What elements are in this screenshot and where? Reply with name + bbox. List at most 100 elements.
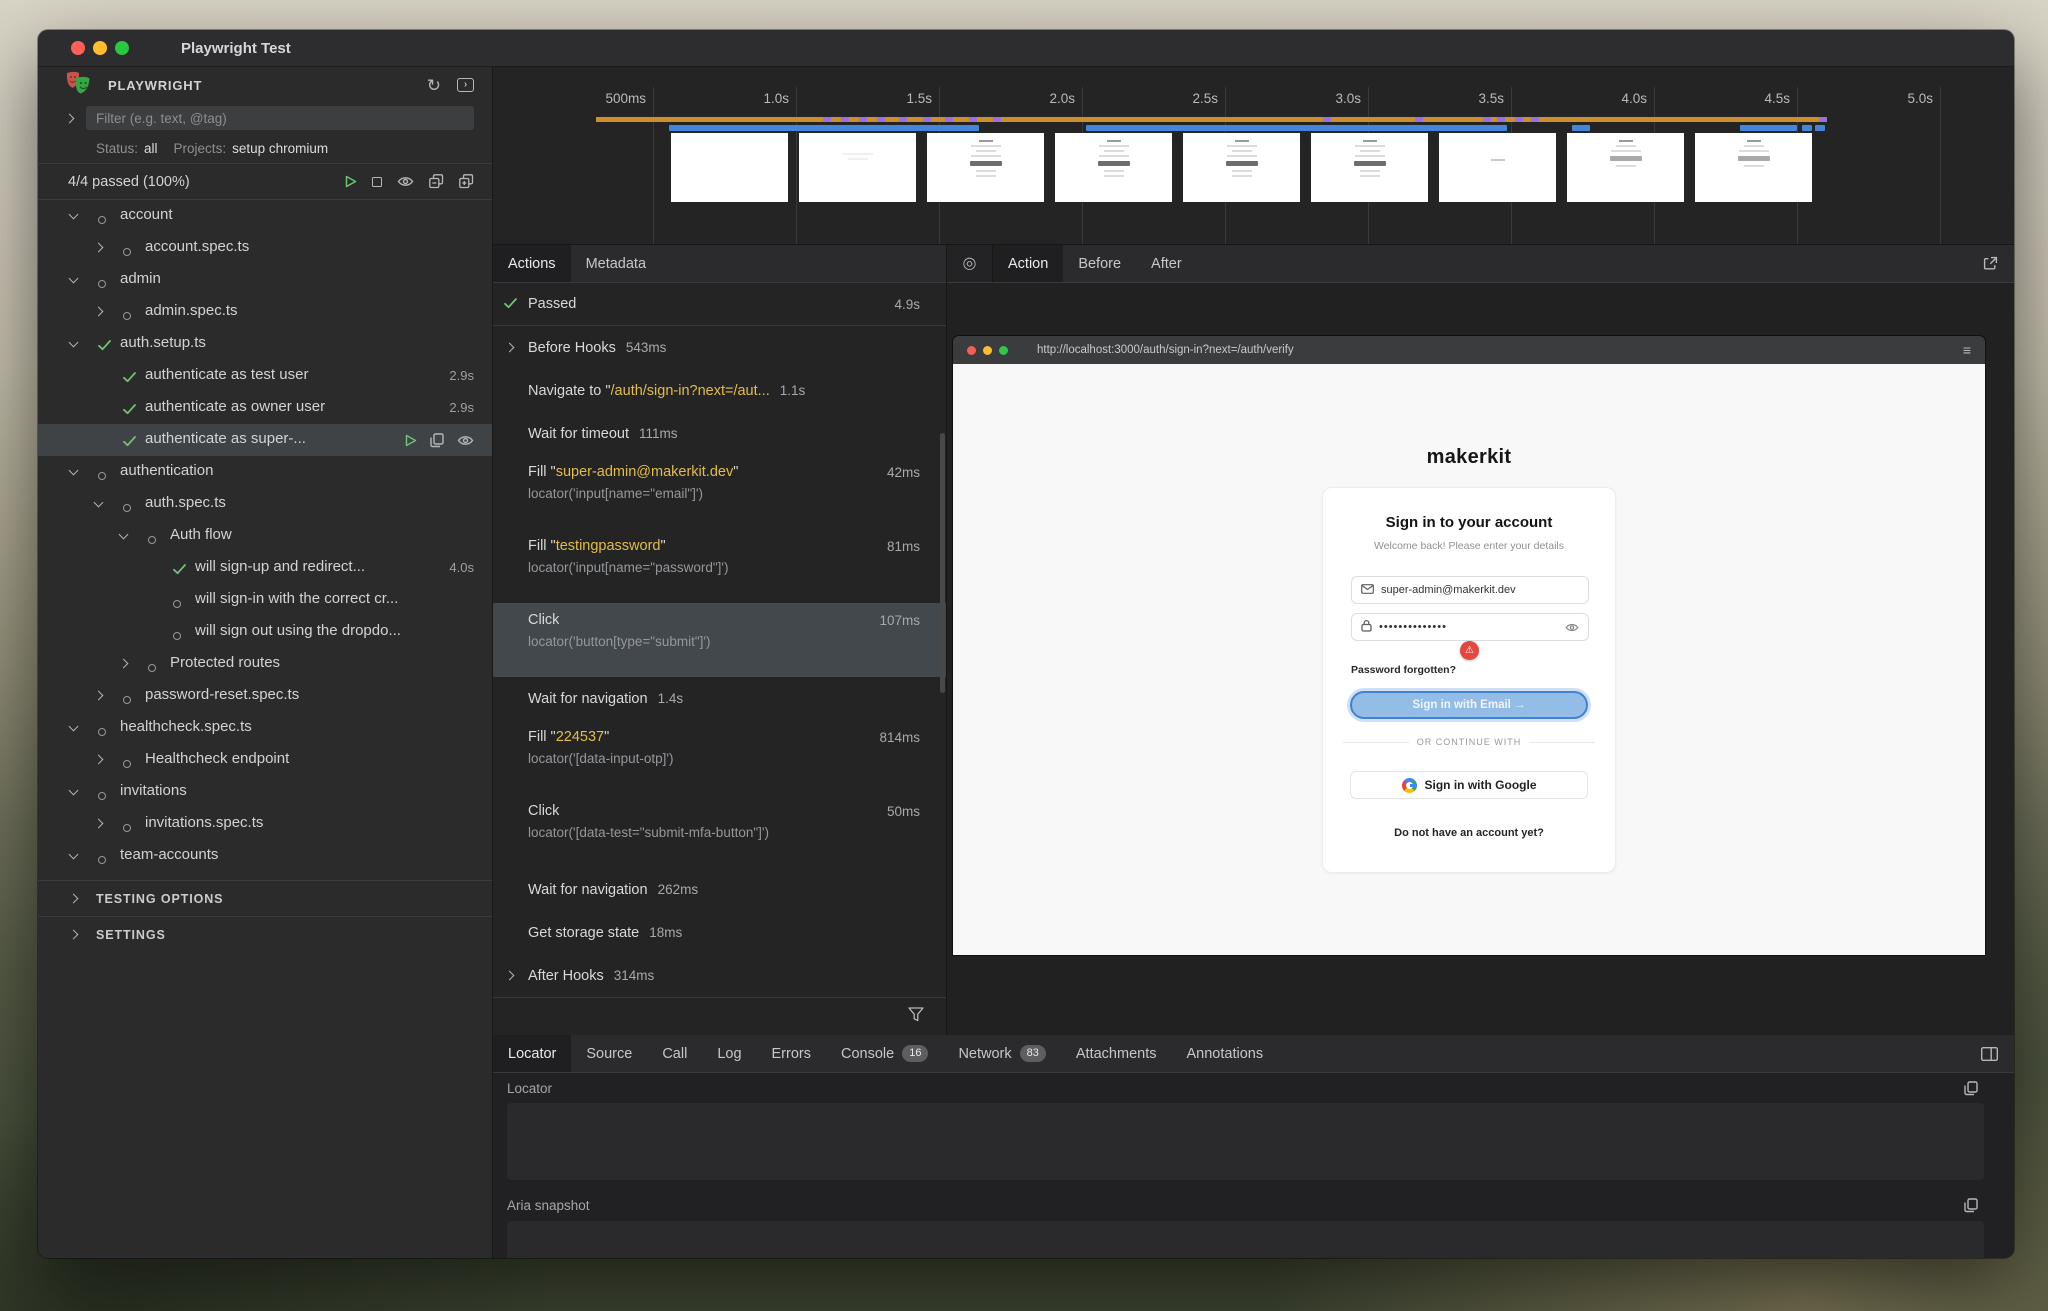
tab-log[interactable]: Log bbox=[702, 1035, 756, 1072]
tree-item-authentication[interactable]: authentication bbox=[38, 456, 492, 488]
chevron-down-icon[interactable] bbox=[69, 274, 79, 284]
filter-input[interactable] bbox=[86, 106, 474, 130]
tree-item-will-sign-out-using-the-dropdo[interactable]: will sign out using the dropdo... bbox=[38, 616, 492, 648]
action-item-wait-for-navigation[interactable]: Wait for navigation262ms bbox=[493, 868, 946, 911]
run-test-play-icon[interactable] bbox=[405, 434, 417, 447]
action-item-click[interactable]: Click107mslocator('button[type="submit"]… bbox=[493, 603, 946, 677]
tree-item-authenticate-as-super[interactable]: authenticate as super-... bbox=[38, 424, 492, 456]
run-all-play-icon[interactable] bbox=[345, 175, 357, 188]
chevron-down-icon[interactable] bbox=[69, 786, 79, 796]
split-view-icon[interactable] bbox=[1981, 1035, 1998, 1072]
chevron-down-icon[interactable] bbox=[94, 498, 104, 508]
tree-item-account[interactable]: account bbox=[38, 200, 492, 232]
chevron-right-icon[interactable] bbox=[65, 114, 75, 124]
sidebar-section-settings[interactable]: SETTINGS bbox=[38, 916, 492, 952]
tab-call[interactable]: Call bbox=[647, 1035, 702, 1072]
expand-all-icon[interactable] bbox=[459, 174, 474, 189]
chevron-down-icon[interactable] bbox=[69, 722, 79, 732]
tree-item-auth-setup-ts[interactable]: auth.setup.ts bbox=[38, 328, 492, 360]
tree-item-authenticate-as-test-user[interactable]: authenticate as test user2.9s bbox=[38, 360, 492, 392]
show-password-eye-icon[interactable] bbox=[1565, 623, 1579, 632]
pick-locator-target-icon[interactable]: ◎ bbox=[947, 245, 993, 282]
chevron-down-icon[interactable] bbox=[69, 466, 79, 476]
chevron-down-icon[interactable] bbox=[69, 850, 79, 860]
tree-item-auth-flow[interactable]: Auth flow bbox=[38, 520, 492, 552]
tab-actions[interactable]: Actions bbox=[493, 245, 571, 282]
locator-editor[interactable] bbox=[507, 1103, 1984, 1180]
forgot-password-link[interactable]: Password forgotten? bbox=[1351, 664, 1456, 676]
chevron-right-icon[interactable] bbox=[94, 755, 104, 765]
open-external-icon[interactable] bbox=[1983, 245, 1998, 282]
timeline-screenshot-thumbnail[interactable] bbox=[1311, 133, 1428, 202]
chevron-right-icon[interactable] bbox=[94, 819, 104, 829]
reload-tests-icon[interactable]: ↻ bbox=[427, 77, 441, 94]
action-item-fill-testingpassword[interactable]: Fill "testingpassword"81mslocator('input… bbox=[493, 529, 946, 603]
scrollbar-thumb[interactable] bbox=[940, 433, 945, 693]
tab-network[interactable]: Network83 bbox=[943, 1035, 1060, 1072]
timeline-screenshot-thumbnail[interactable] bbox=[1695, 133, 1812, 202]
zoom-window-button[interactable] bbox=[115, 41, 129, 55]
tree-item-admin-spec-ts[interactable]: admin.spec.ts bbox=[38, 296, 492, 328]
chevron-right-icon[interactable] bbox=[94, 691, 104, 701]
chevron-down-icon[interactable] bbox=[69, 338, 79, 348]
action-item-wait-for-timeout[interactable]: Wait for timeout111ms bbox=[493, 412, 946, 455]
tree-item-will-sign-in-with-the-correct-cr[interactable]: will sign-in with the correct cr... bbox=[38, 584, 492, 616]
aria-snapshot-editor[interactable] bbox=[507, 1221, 1984, 1258]
sign-in-email-button[interactable]: Sign in with Email → bbox=[1350, 691, 1588, 719]
chevron-right-icon[interactable] bbox=[94, 307, 104, 317]
stop-icon[interactable] bbox=[372, 177, 382, 187]
timeline-screenshot-thumbnail[interactable] bbox=[1567, 133, 1684, 202]
chevron-right-icon[interactable] bbox=[505, 970, 515, 980]
timeline-screenshot-thumbnail[interactable] bbox=[927, 133, 1044, 202]
copy-icon[interactable] bbox=[1964, 1081, 1978, 1096]
action-item-before-hooks[interactable]: Before Hooks543ms bbox=[493, 326, 946, 369]
timeline-screenshot-thumbnail[interactable] bbox=[1183, 133, 1300, 202]
timeline-screenshot-thumbnail[interactable] bbox=[799, 133, 916, 202]
tab-after[interactable]: After bbox=[1136, 245, 1197, 282]
watch-eye-icon[interactable] bbox=[457, 435, 474, 446]
chevron-right-icon[interactable] bbox=[505, 342, 515, 352]
tree-item-healthcheck-endpoint[interactable]: Healthcheck endpoint bbox=[38, 744, 492, 776]
tree-item-protected-routes[interactable]: Protected routes bbox=[38, 648, 492, 680]
sign-in-google-button[interactable]: Sign in with Google bbox=[1350, 771, 1588, 799]
action-item-get-storage-state[interactable]: Get storage state18ms bbox=[493, 911, 946, 954]
action-item-fill-super-admin-makerkit-dev[interactable]: Fill "super-admin@makerkit.dev"42mslocat… bbox=[493, 455, 946, 529]
watch-all-eye-icon[interactable] bbox=[397, 176, 414, 187]
timeline-screenshot-thumbnail[interactable] bbox=[671, 133, 788, 202]
chevron-right-icon[interactable] bbox=[94, 243, 104, 253]
tab-errors[interactable]: Errors bbox=[757, 1035, 826, 1072]
tab-console[interactable]: Console16 bbox=[826, 1035, 943, 1072]
tree-item-healthcheck-spec-ts[interactable]: healthcheck.spec.ts bbox=[38, 712, 492, 744]
tree-item-authenticate-as-owner-user[interactable]: authenticate as owner user2.9s bbox=[38, 392, 492, 424]
terminal-icon[interactable]: › bbox=[457, 78, 474, 92]
tab-before[interactable]: Before bbox=[1063, 245, 1136, 282]
password-field[interactable]: •••••••••••••• bbox=[1351, 613, 1589, 641]
tab-source[interactable]: Source bbox=[571, 1035, 647, 1072]
test-status-row[interactable]: Passed 4.9s bbox=[493, 283, 946, 326]
sidebar-section-testing-options[interactable]: TESTING OPTIONS bbox=[38, 880, 492, 916]
tab-locator[interactable]: Locator bbox=[493, 1035, 571, 1072]
action-item-after-hooks[interactable]: After Hooks314ms bbox=[493, 954, 946, 997]
collapse-all-icon[interactable] bbox=[429, 174, 444, 189]
action-item-click[interactable]: Click50mslocator('[data-test="submit-mfa… bbox=[493, 794, 946, 868]
action-item-wait-for-navigation[interactable]: Wait for navigation1.4s bbox=[493, 677, 946, 720]
tree-item-team-accounts[interactable]: team-accounts bbox=[38, 840, 492, 872]
chevron-down-icon[interactable] bbox=[69, 210, 79, 220]
minimize-window-button[interactable] bbox=[93, 41, 107, 55]
timeline-screenshot-thumbnail[interactable] bbox=[1055, 133, 1172, 202]
signup-link[interactable]: Do not have an account yet? bbox=[1323, 827, 1615, 839]
close-window-button[interactable] bbox=[71, 41, 85, 55]
chevron-down-icon[interactable] bbox=[119, 530, 129, 540]
tree-item-invitations[interactable]: invitations bbox=[38, 776, 492, 808]
copy-icon[interactable] bbox=[430, 433, 444, 448]
tree-item-admin[interactable]: admin bbox=[38, 264, 492, 296]
tab-annotations[interactable]: Annotations bbox=[1171, 1035, 1278, 1072]
tab-metadata[interactable]: Metadata bbox=[571, 245, 661, 282]
filter-funnel-icon[interactable] bbox=[908, 1007, 924, 1027]
tab-action[interactable]: Action bbox=[993, 245, 1063, 282]
action-item-fill-224537[interactable]: Fill "224537"814mslocator('[data-input-o… bbox=[493, 720, 946, 794]
email-field[interactable]: super-admin@makerkit.dev bbox=[1351, 576, 1589, 604]
action-item-navigate-to-auth-sign-in-next-aut[interactable]: Navigate to "/auth/sign-in?next=/aut...1… bbox=[493, 369, 946, 412]
chevron-right-icon[interactable] bbox=[119, 659, 129, 669]
tree-item-will-sign-up-and-redirect[interactable]: will sign-up and redirect...4.0s bbox=[38, 552, 492, 584]
